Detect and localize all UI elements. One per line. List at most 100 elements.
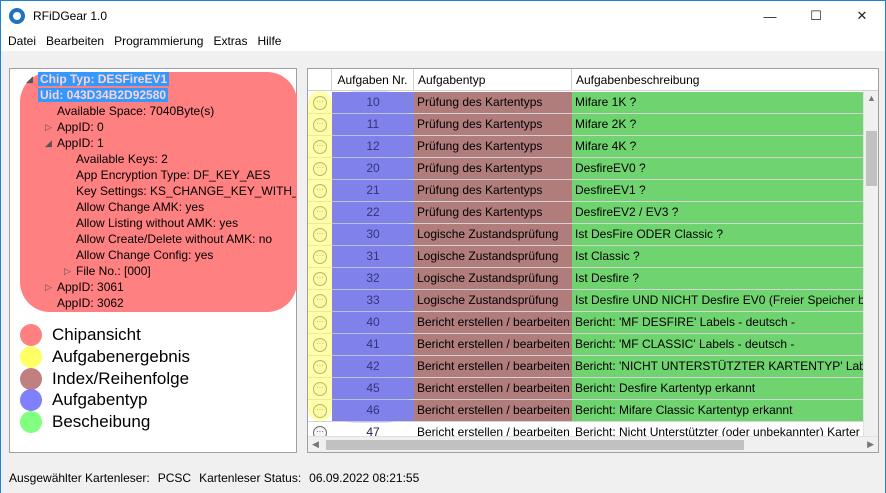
tree-node[interactable]: Allow Change AMK: yes bbox=[76, 199, 204, 215]
scroll-left-icon[interactable]: ◀ bbox=[312, 439, 319, 450]
legend-dot-icon bbox=[20, 411, 42, 433]
table-row[interactable]: ··· 32 Logische Zustandsprüfung Ist Desfire… bbox=[308, 268, 864, 290]
task-type-cell: Bericht erstellen / bearbeiten bbox=[414, 400, 572, 421]
task-result-cell: ··· bbox=[308, 202, 332, 223]
tree-node[interactable]: ▷ AppID: 3061 bbox=[45, 279, 124, 295]
tree-node[interactable]: ◢ Chip Typ: DESFireEV1 bbox=[26, 71, 170, 87]
task-result-cell: ··· bbox=[308, 334, 332, 355]
task-result-cell: ··· bbox=[308, 158, 332, 179]
tree-node[interactable]: AppID: 3062 bbox=[57, 295, 124, 311]
tree-node[interactable]: Uid: 043D34B2D92580 bbox=[38, 87, 169, 103]
maximize-button[interactable]: ☐ bbox=[793, 1, 839, 31]
table-row[interactable]: ··· 46 Bericht erstellen / bearbeiten Beric… bbox=[308, 400, 864, 422]
task-result-cell: ··· bbox=[308, 378, 332, 399]
task-result-icon: ··· bbox=[313, 117, 327, 132]
tree-node-label: Allow Create/Delete without AMK: no bbox=[76, 232, 273, 246]
task-type-cell: Prüfung des Kartentyps bbox=[414, 136, 572, 157]
table-row[interactable]: ··· 20 Prüfung des Kartentyps DesfireEV0 ? bbox=[308, 158, 864, 180]
menu-extras[interactable]: Extras bbox=[208, 34, 252, 48]
task-nr-cell: 32 bbox=[332, 268, 414, 289]
tree-node[interactable]: Allow Listing without AMK: yes bbox=[76, 215, 238, 231]
menu-bearbeiten[interactable]: Bearbeiten bbox=[41, 34, 109, 48]
task-desc-cell: Mifare 1K ? bbox=[572, 92, 864, 113]
table-row[interactable]: ··· 22 Prüfung des Kartentyps DesfireEV2 / … bbox=[308, 202, 864, 224]
task-result-cell: ··· bbox=[308, 400, 332, 421]
tree-node[interactable]: Allow Change Config: yes bbox=[76, 247, 213, 263]
legend-dot-icon bbox=[20, 346, 42, 368]
tree-node-label: Key Settings: KS_CHANGE_KEY_WITH_MK bbox=[76, 184, 296, 198]
task-result-cell: ··· bbox=[308, 246, 332, 267]
table-row[interactable]: ··· 33 Logische Zustandsprüfung Ist Desfire… bbox=[308, 290, 864, 312]
collapsed-arrow-icon[interactable]: ▷ bbox=[45, 279, 52, 295]
task-result-cell: ··· bbox=[308, 114, 332, 135]
tree-node-label: AppID: 0 bbox=[57, 120, 104, 134]
expanded-arrow-icon[interactable]: ◢ bbox=[45, 135, 52, 151]
reader-status-value: 06.09.2022 08:21:55 bbox=[309, 471, 420, 485]
close-button[interactable]: ✕ bbox=[839, 1, 885, 31]
table-row[interactable]: ··· 12 Prüfung des Kartentyps Mifare 4K ? bbox=[308, 136, 864, 158]
scroll-up-icon[interactable]: ▲ bbox=[867, 93, 876, 103]
table-row[interactable]: ··· 21 Prüfung des Kartentyps DesfireEV1 ? bbox=[308, 180, 864, 202]
collapsed-arrow-icon[interactable]: ▷ bbox=[45, 119, 52, 135]
task-nr-cell: 33 bbox=[332, 290, 414, 311]
table-row[interactable]: ··· 11 Prüfung des Kartentyps Mifare 2K ? bbox=[308, 114, 864, 136]
table-row[interactable]: ··· 31 Logische Zustandsprüfung Ist Classic… bbox=[308, 246, 864, 268]
tree-node-label: Allow Change Config: yes bbox=[76, 248, 214, 262]
legend-dot-icon bbox=[20, 389, 42, 411]
panel-splitter[interactable] bbox=[301, 68, 305, 453]
legend-label: Bescheibung bbox=[52, 412, 151, 431]
menu-hilfe[interactable]: Hilfe bbox=[252, 34, 286, 48]
header-task-desc[interactable]: Aufgabenbeschreibung bbox=[572, 69, 878, 91]
task-type-cell: Logische Zustandsprüfung bbox=[414, 290, 572, 311]
reader-label: Ausgewählter Kartenleser: bbox=[9, 471, 150, 485]
header-task-nr[interactable]: Aufgaben Nr. bbox=[332, 69, 414, 91]
task-type-cell: Logische Zustandsprüfung bbox=[414, 268, 572, 289]
scroll-right-icon[interactable]: ▶ bbox=[867, 439, 874, 450]
chip-tree: ◢ Chip Typ: DESFireEV1 Uid: 043D34B2D92580… bbox=[10, 69, 296, 314]
menu-programmierung[interactable]: Programmierung bbox=[109, 34, 208, 48]
task-nr-cell: 45 bbox=[332, 378, 414, 399]
horizontal-scroll-thumb[interactable] bbox=[326, 440, 744, 450]
tree-node[interactable]: Available Space: 7040Byte(s) bbox=[57, 103, 214, 119]
task-result-cell: ··· bbox=[308, 180, 332, 201]
menu-datei[interactable]: Datei bbox=[3, 34, 41, 48]
table-row[interactable]: ··· 42 Bericht erstellen / bearbeiten Beric… bbox=[308, 356, 864, 378]
task-result-icon: ··· bbox=[313, 403, 327, 418]
tree-node[interactable]: ◢ AppID: 1 bbox=[45, 135, 104, 151]
reader-status-label: Kartenleser Status: bbox=[199, 471, 302, 485]
tree-node[interactable]: ▷ File No.: [000] bbox=[64, 263, 151, 279]
header-task-type[interactable]: Aufgabentyp bbox=[414, 69, 572, 91]
horizontal-scrollbar[interactable]: ◀ ▶ bbox=[308, 436, 878, 452]
table-row[interactable]: ··· 40 Bericht erstellen / bearbeiten Beric… bbox=[308, 312, 864, 334]
task-nr-cell: 21 bbox=[332, 180, 414, 201]
vertical-scroll-thumb[interactable] bbox=[866, 131, 877, 186]
task-desc-cell: Ist Desfire UND NICHT Desfire EV0 (Freie… bbox=[572, 290, 864, 311]
header-result[interactable] bbox=[308, 69, 332, 91]
task-desc-cell: Mifare 2K ? bbox=[572, 114, 864, 135]
task-result-icon: ··· bbox=[313, 271, 327, 286]
tree-node[interactable]: ▷ AppID: 0 bbox=[45, 119, 104, 135]
minimize-button[interactable]: — bbox=[747, 1, 793, 31]
tree-node[interactable]: Available Keys: 2 bbox=[76, 151, 168, 167]
reader-value: PCSC bbox=[157, 471, 192, 485]
tree-node[interactable]: Allow Create/Delete without AMK: no bbox=[76, 231, 272, 247]
table-row[interactable]: ··· 41 Bericht erstellen / bearbeiten Beric… bbox=[308, 334, 864, 356]
collapsed-arrow-icon[interactable]: ▷ bbox=[64, 263, 71, 279]
app-window: RFiDGear 1.0 — ☐ ✕ Datei Bearbeiten Prog… bbox=[0, 0, 886, 493]
tree-node-label: AppID: 1 bbox=[57, 136, 104, 150]
expanded-arrow-icon[interactable]: ◢ bbox=[26, 71, 33, 87]
task-type-cell: Prüfung des Kartentyps bbox=[414, 158, 572, 179]
task-result-icon: ··· bbox=[313, 205, 327, 220]
tree-node[interactable]: Key Settings: KS_CHANGE_KEY_WITH_MK bbox=[76, 183, 296, 199]
vertical-scrollbar[interactable]: ▲ bbox=[863, 91, 878, 437]
task-result-cell: ··· bbox=[308, 92, 332, 113]
table-row[interactable]: ··· 30 Logische Zustandsprüfung Ist DesFire… bbox=[308, 224, 864, 246]
table-row[interactable]: ··· 45 Bericht erstellen / bearbeiten Beric… bbox=[308, 378, 864, 400]
chip-tree-panel: ◢ Chip Typ: DESFireEV1 Uid: 043D34B2D92580… bbox=[9, 68, 297, 453]
tree-node-label: Uid: 043D34B2D92580 bbox=[38, 88, 169, 102]
table-row[interactable]: ··· 10 Prüfung des Kartentyps Mifare 1K ? bbox=[308, 92, 864, 114]
task-desc-cell: Mifare 4K ? bbox=[572, 136, 864, 157]
legend-item-aufgabentyp: Aufgabentyp bbox=[20, 389, 147, 411]
task-type-cell: Bericht erstellen / bearbeiten bbox=[414, 312, 572, 333]
tree-node[interactable]: App Encryption Type: DF_KEY_AES bbox=[76, 167, 271, 183]
